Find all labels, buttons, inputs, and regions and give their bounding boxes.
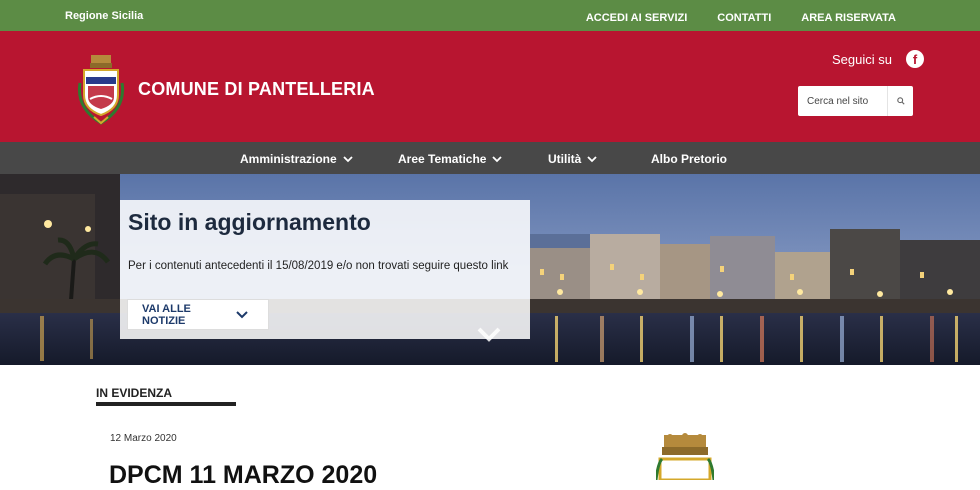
chevron-down-icon bbox=[236, 310, 248, 318]
news-button[interactable]: VAI ALLE NOTIZIE bbox=[127, 299, 269, 330]
chevron-down-icon bbox=[587, 155, 597, 162]
heading-underline bbox=[96, 402, 236, 406]
hero-card: Sito in aggiornamento Per i contenuti an… bbox=[120, 200, 530, 339]
nav-item-label: Albo Pretorio bbox=[651, 152, 728, 166]
chevron-down-icon bbox=[343, 155, 353, 162]
nav-item-label: Aree Tematiche bbox=[398, 152, 487, 166]
nav-item-label: Utilità bbox=[548, 152, 582, 166]
top-utility-bar: Regione Sicilia ACCEDI AI SERVIZI CONTAT… bbox=[0, 0, 980, 31]
facebook-icon[interactable]: f bbox=[905, 50, 924, 68]
scroll-down-chevron-icon[interactable] bbox=[477, 327, 501, 343]
nav-item-aree-tematiche[interactable]: Aree Tematiche bbox=[398, 152, 503, 166]
chevron-down-icon bbox=[492, 155, 503, 162]
search-icon bbox=[896, 97, 905, 105]
nav-item-amministrazione[interactable]: Amministrazione bbox=[240, 152, 353, 166]
nav-item-utilita[interactable]: Utilità bbox=[548, 152, 597, 166]
contacts-link[interactable]: CONTATTI bbox=[717, 12, 771, 24]
nav-item-label: Amministrazione bbox=[240, 152, 337, 166]
region-link[interactable]: Regione Sicilia bbox=[65, 10, 143, 22]
main-navigation: Amministrazione Aree Tematiche Utilità A… bbox=[0, 142, 980, 174]
news-title-link[interactable]: DPCM 11 MARZO 2020 bbox=[109, 461, 377, 490]
site-title[interactable]: COMUNE DI PANTELLERIA bbox=[138, 79, 375, 100]
hero-text[interactable]: Per i contenuti antecedenti il 15/08/201… bbox=[128, 260, 508, 272]
news-date: 12 Marzo 2020 bbox=[110, 433, 177, 444]
access-services-link[interactable]: ACCEDI AI SERVIZI bbox=[586, 12, 687, 24]
featured-heading: IN EVIDENZA bbox=[96, 386, 173, 400]
social-follow: Seguici su f bbox=[832, 50, 924, 68]
hero-title: Sito in aggiornamento bbox=[128, 209, 371, 235]
search-box bbox=[798, 86, 913, 116]
search-input[interactable] bbox=[798, 86, 887, 116]
search-button[interactable] bbox=[887, 86, 913, 116]
news-button-label: VAI ALLE NOTIZIE bbox=[142, 302, 191, 327]
nav-item-albo-pretorio[interactable]: Albo Pretorio bbox=[651, 152, 727, 166]
municipality-crest-image bbox=[656, 433, 714, 480]
social-label: Seguici su bbox=[832, 51, 892, 67]
top-links: ACCEDI AI SERVIZI CONTATTI AREA RISERVAT… bbox=[586, 12, 896, 24]
site-header: COMUNE DI PANTELLERIA Seguici su f bbox=[0, 31, 980, 142]
municipality-crest-logo[interactable] bbox=[76, 53, 126, 125]
reserved-area-link[interactable]: AREA RISERVATA bbox=[801, 12, 896, 24]
